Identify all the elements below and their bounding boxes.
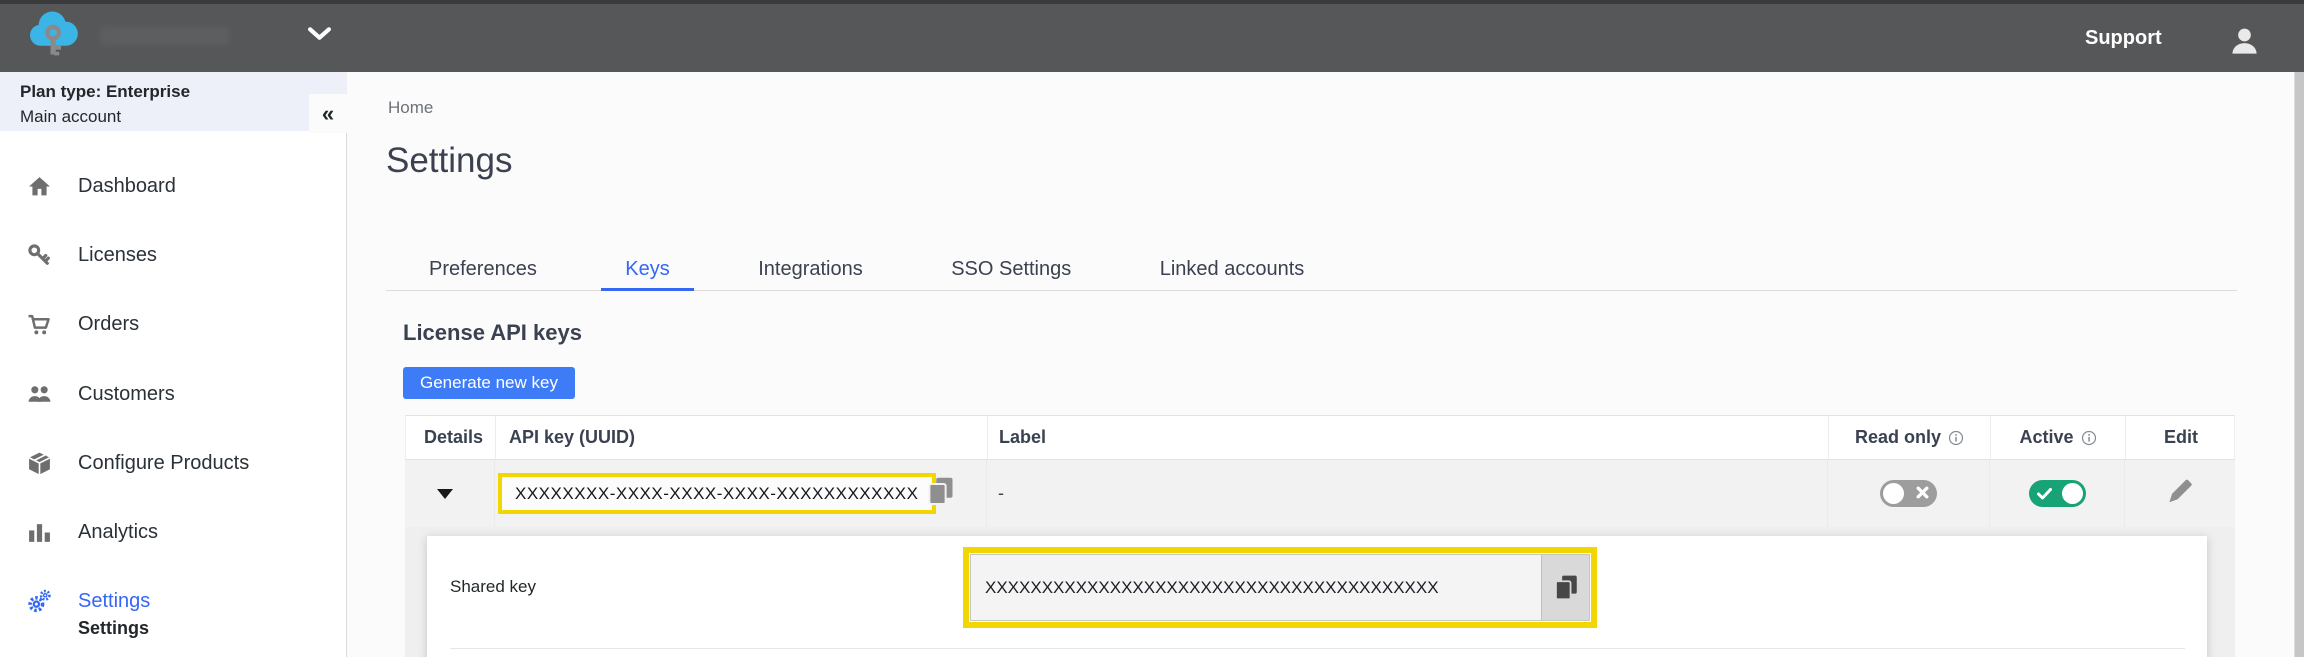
shared-key-copy-button[interactable]	[1541, 555, 1589, 620]
column-header-api-key: API key (UUID)	[496, 416, 988, 459]
cart-icon	[26, 311, 52, 337]
tab-linked-accounts[interactable]: Linked accounts	[1136, 249, 1329, 291]
shared-key-value[interactable]: XXXXXXXXXXXXXXXXXXXXXXXXXXXXXXXXXXXXXXXX	[971, 555, 1541, 620]
sidebar-item-label: Dashboard	[78, 175, 176, 198]
analytics-icon	[26, 519, 52, 545]
column-header-active: Active	[1991, 416, 2126, 459]
x-icon	[1916, 486, 1929, 504]
plan-type-text: Plan type: Enterprise	[20, 81, 347, 103]
tab-keys[interactable]: Keys	[601, 249, 693, 291]
sidebar-item-orders[interactable]: Orders	[0, 304, 346, 344]
sidebar: Plan type: Enterprise Main account « Das…	[0, 72, 347, 657]
api-keys-table: Details API key (UUID) Label Read only A…	[405, 415, 2235, 527]
redacted-company-name	[100, 26, 230, 46]
details-cell	[405, 460, 495, 527]
app-window: Support Plan type: Enterprise Main accou…	[0, 0, 2304, 657]
card-divider	[450, 648, 2185, 649]
vertical-scrollbar[interactable]	[2294, 72, 2304, 657]
check-icon	[2037, 487, 2052, 505]
sidebar-item-label: Settings	[78, 590, 150, 613]
sidebar-item-label: Analytics	[78, 521, 158, 544]
support-link[interactable]: Support	[2085, 0, 2162, 72]
sidebar-item-licenses[interactable]: Licenses	[0, 235, 346, 275]
sidebar-item-settings[interactable]: Settings	[0, 581, 346, 621]
sidebar-subitem-settings[interactable]: Settings	[78, 618, 149, 639]
sidebar-item-label: Customers	[78, 383, 175, 406]
generate-new-key-button[interactable]: Generate new key	[403, 367, 575, 399]
label-cell: -	[987, 460, 1828, 527]
read-only-toggle[interactable]	[1880, 480, 1937, 507]
api-key-cell: XXXXXXXX-XXXX-XXXX-XXXX-XXXXXXXXXXXX	[495, 460, 987, 527]
sidebar-item-configure-products[interactable]: Configure Products	[0, 443, 346, 483]
column-header-read-only: Read only	[1829, 416, 1991, 459]
edit-pencil-icon[interactable]	[2165, 476, 2195, 511]
user-account-icon[interactable]	[2228, 24, 2261, 62]
api-key-table-row: XXXXXXXX-XXXX-XXXX-XXXX-XXXXXXXXXXXX -	[405, 460, 2235, 527]
page-title: Settings	[386, 141, 512, 181]
toggle-knob	[2062, 483, 2083, 504]
key-details-card: Shared key XXXXXXXXXXXXXXXXXXXXXXXXXXXXX…	[427, 536, 2207, 657]
copy-icon[interactable]	[925, 475, 955, 513]
read-only-cell	[1828, 460, 1990, 527]
tab-sso-settings[interactable]: SSO Settings	[927, 249, 1095, 291]
sidebar-item-label: Configure Products	[78, 452, 249, 475]
toggle-knob	[1883, 483, 1904, 504]
shared-key-label: Shared key	[450, 577, 536, 597]
plan-info-box: Plan type: Enterprise Main account	[0, 72, 347, 131]
active-header-text: Active	[2019, 427, 2073, 448]
cloud-key-logo-icon[interactable]	[26, 9, 82, 65]
sidebar-item-analytics[interactable]: Analytics	[0, 512, 346, 552]
column-header-edit: Edit	[2126, 416, 2236, 459]
column-header-details: Details	[406, 416, 496, 459]
customers-icon	[26, 381, 52, 407]
api-key-value-highlighted[interactable]: XXXXXXXX-XXXX-XXXX-XXXX-XXXXXXXXXXXX	[498, 473, 936, 514]
sidebar-collapse-button[interactable]: «	[309, 94, 347, 133]
sidebar-item-label: Licenses	[78, 244, 157, 267]
info-icon[interactable]	[1948, 430, 1964, 446]
shared-key-highlighted-field: XXXXXXXXXXXXXXXXXXXXXXXXXXXXXXXXXXXXXXXX	[963, 547, 1597, 628]
breadcrumb[interactable]: Home	[388, 98, 433, 118]
section-title: License API keys	[403, 320, 582, 346]
chevron-down-icon[interactable]	[308, 27, 331, 46]
account-name-text: Main account	[20, 103, 347, 130]
column-header-label: Label	[988, 416, 1829, 459]
home-icon	[26, 173, 52, 199]
top-navbar: Support	[0, 0, 2304, 72]
active-toggle[interactable]	[2029, 480, 2086, 507]
read-only-header-text: Read only	[1855, 427, 1941, 448]
shared-key-input[interactable]: XXXXXXXXXXXXXXXXXXXXXXXXXXXXXXXXXXXXXXXX	[970, 554, 1590, 621]
info-icon[interactable]	[2081, 430, 2097, 446]
key-icon	[26, 242, 52, 268]
gears-icon	[26, 588, 52, 614]
active-cell	[1990, 460, 2125, 527]
box-icon	[26, 450, 52, 476]
tab-bar: Preferences Keys Integrations SSO Settin…	[386, 249, 2237, 291]
tab-preferences[interactable]: Preferences	[405, 249, 561, 291]
edit-cell	[2125, 460, 2235, 527]
sidebar-item-dashboard[interactable]: Dashboard	[0, 166, 346, 206]
tab-integrations[interactable]: Integrations	[734, 249, 887, 291]
sidebar-item-label: Orders	[78, 313, 139, 336]
sidebar-item-customers[interactable]: Customers	[0, 374, 346, 414]
window-top-strip	[0, 0, 2304, 4]
table-header-row: Details API key (UUID) Label Read only A…	[405, 415, 2235, 460]
row-expander-triangle-icon[interactable]	[437, 489, 453, 499]
